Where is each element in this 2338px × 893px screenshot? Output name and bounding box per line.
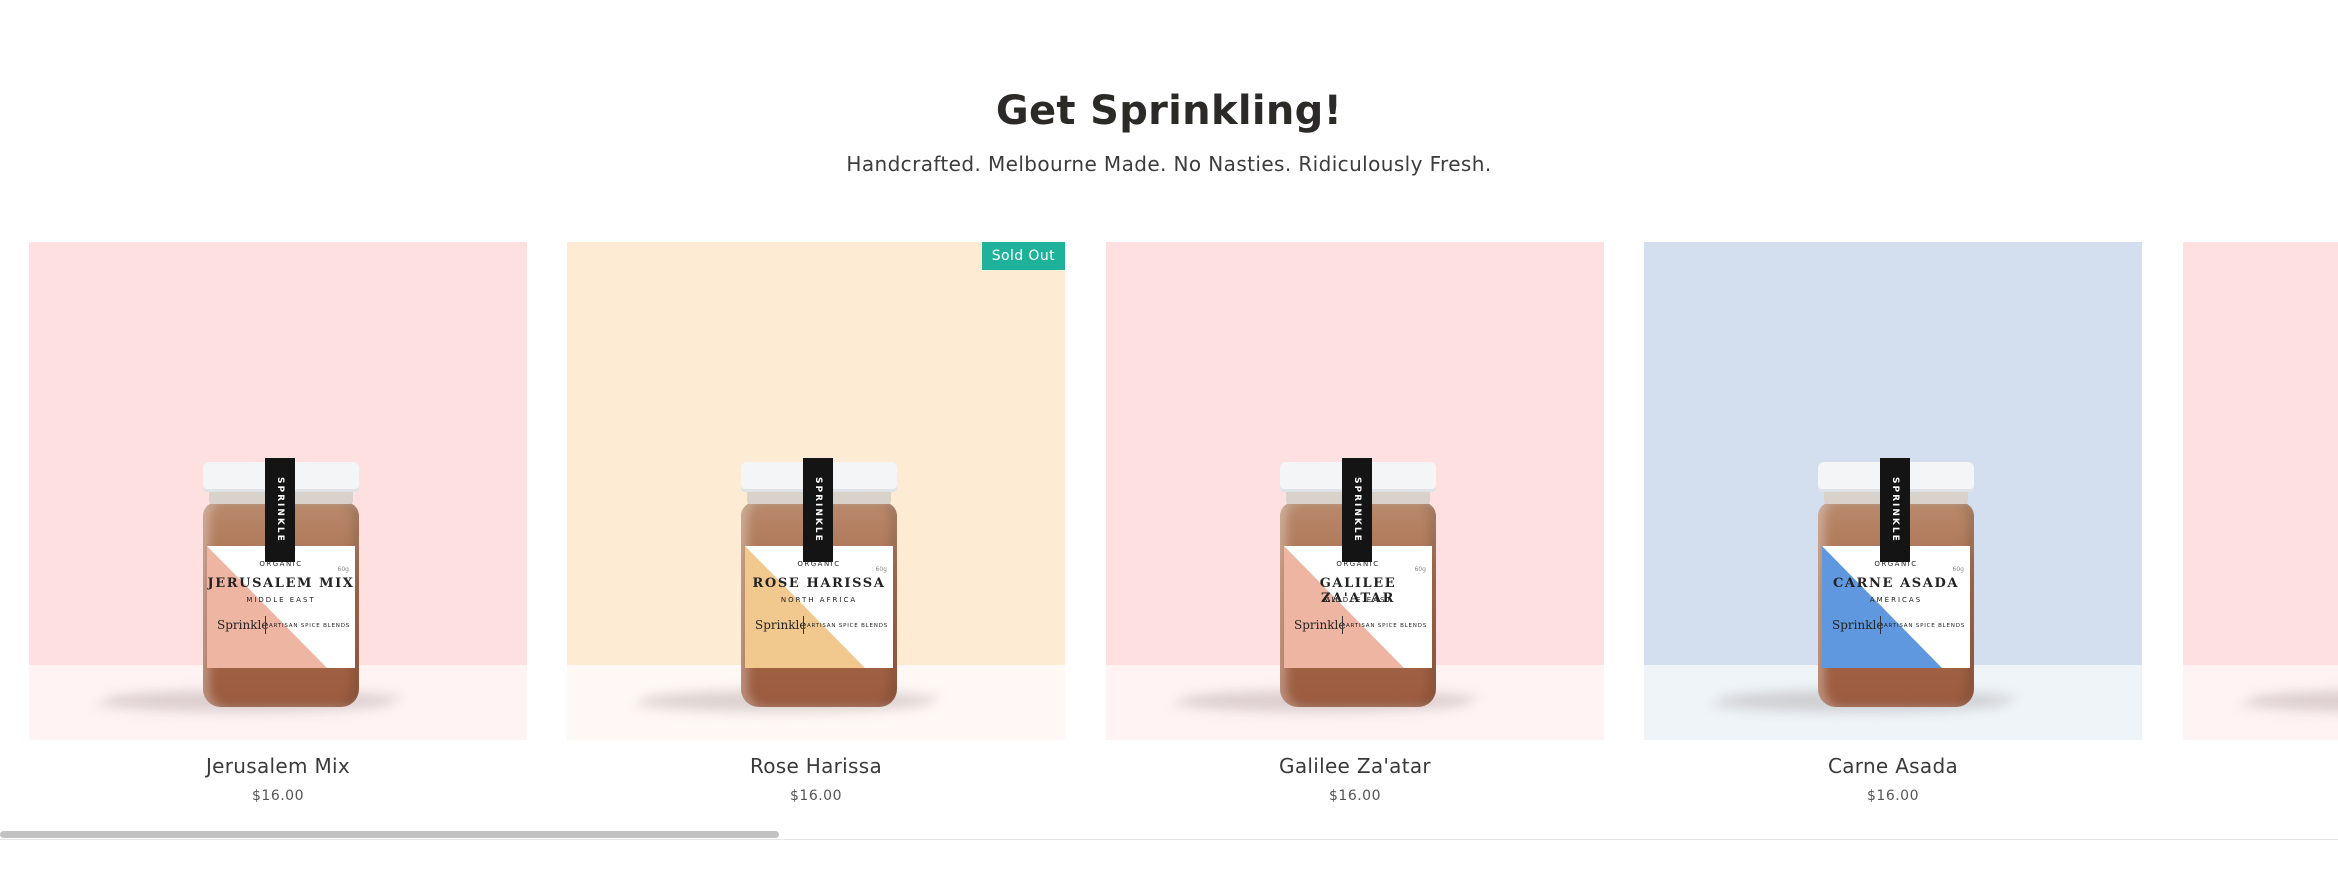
- image-backdrop: [2183, 242, 2338, 665]
- label-region: NORTH AFRICA: [780, 596, 858, 604]
- spice-jar: ORGANIC GALILEE ZA'ATAR MIDDLE EAST 60g …: [1280, 458, 1436, 707]
- jar-label: ORGANIC JERUSALEM MIX MIDDLE EAST 60g Sp…: [207, 546, 355, 668]
- section-subtitle: Handcrafted. Melbourne Made. No Nasties.…: [846, 152, 1492, 176]
- product-card[interactable]: ORGANIC CARNE ASADA AMERICAS 60g Sprinkl…: [1644, 242, 2142, 804]
- label-brand: Sprinkle: [217, 618, 269, 632]
- label-divider: [1342, 616, 1343, 634]
- label-title: ROSE HARISSA: [752, 576, 886, 591]
- product-image[interactable]: ORGANIC GALILEE ZA'ATAR MIDDLE EAST 60g …: [1106, 242, 1604, 740]
- label-title: CARNE ASADA: [1832, 576, 1960, 591]
- label-brand: Sprinkle: [1294, 618, 1346, 632]
- jar-tag: SPRINKLE: [265, 458, 295, 562]
- jar-tag-text: SPRINKLE: [275, 477, 285, 543]
- section-title: Get Sprinkling!: [995, 88, 1343, 134]
- jar-label: ORGANIC ROSE HARISSA NORTH AFRICA 60g Sp…: [745, 546, 893, 668]
- carousel-scrollbar[interactable]: [0, 828, 2338, 840]
- label-tagline: ARTISAN SPICE BLENDS: [1884, 623, 1966, 629]
- jar-tag: SPRINKLE: [1880, 458, 1910, 562]
- label-weight: 60g: [1952, 566, 1964, 573]
- product-image[interactable]: [2183, 242, 2338, 740]
- label-brand: Sprinkle: [755, 618, 807, 632]
- jar-label: ORGANIC GALILEE ZA'ATAR MIDDLE EAST 60g …: [1284, 546, 1432, 668]
- product-card[interactable]: ORGANIC GALILEE ZA'ATAR MIDDLE EAST 60g …: [1106, 242, 1604, 804]
- label-divider: [803, 616, 804, 634]
- jar-tag-text: SPRINKLE: [813, 477, 823, 543]
- product-name[interactable]: Carne Asada: [1644, 754, 2142, 778]
- spice-jar: ORGANIC CARNE ASADA AMERICAS 60g Sprinkl…: [1818, 458, 1974, 707]
- jar-label: ORGANIC CARNE ASADA AMERICAS 60g Sprinkl…: [1822, 546, 1970, 668]
- scrollbar-thumb[interactable]: [0, 831, 779, 838]
- product-price: $16.00: [252, 788, 304, 804]
- product-image[interactable]: ORGANIC JERUSALEM MIX MIDDLE EAST 60g Sp…: [29, 242, 527, 740]
- spice-jar: ORGANIC ROSE HARISSA NORTH AFRICA 60g Sp…: [741, 458, 897, 707]
- product-name[interactable]: Rose Harissa: [567, 754, 1065, 778]
- product-card-partial[interactable]: [2183, 242, 2338, 740]
- product-price: $16.00: [790, 788, 842, 804]
- product-price: $16.00: [1867, 788, 1919, 804]
- label-region: MIDDLE EAST: [1323, 596, 1393, 604]
- label-divider: [265, 616, 266, 634]
- label-tagline: ARTISAN SPICE BLENDS: [807, 623, 889, 629]
- label-title: JERUSALEM MIX: [207, 576, 355, 591]
- jar-tag: SPRINKLE: [803, 458, 833, 562]
- product-image[interactable]: ORGANIC ROSE HARISSA NORTH AFRICA 60g Sp…: [567, 242, 1065, 740]
- jar-tag-text: SPRINKLE: [1352, 477, 1362, 543]
- product-price: $16.00: [1329, 788, 1381, 804]
- label-weight: 60g: [875, 566, 887, 573]
- label-tagline: ARTISAN SPICE BLENDS: [269, 623, 351, 629]
- product-card[interactable]: ORGANIC JERUSALEM MIX MIDDLE EAST 60g Sp…: [29, 242, 527, 804]
- label-region: AMERICAS: [1869, 596, 1923, 604]
- jar-tag-text: SPRINKLE: [1890, 477, 1900, 543]
- product-name[interactable]: Galilee Za'atar: [1106, 754, 1604, 778]
- spice-jar: ORGANIC JERUSALEM MIX MIDDLE EAST 60g Sp…: [203, 458, 359, 707]
- jar-tag: SPRINKLE: [1342, 458, 1372, 562]
- product-image[interactable]: ORGANIC CARNE ASADA AMERICAS 60g Sprinkl…: [1644, 242, 2142, 740]
- label-region: MIDDLE EAST: [246, 596, 316, 604]
- product-name[interactable]: Jerusalem Mix: [29, 754, 527, 778]
- sold-out-badge: Sold Out: [981, 242, 1065, 270]
- label-weight: 60g: [1414, 566, 1426, 573]
- label-divider: [1880, 616, 1881, 634]
- label-tagline: ARTISAN SPICE BLENDS: [1346, 623, 1428, 629]
- product-card[interactable]: ORGANIC ROSE HARISSA NORTH AFRICA 60g Sp…: [567, 242, 1065, 804]
- label-brand: Sprinkle: [1832, 618, 1884, 632]
- label-weight: 60g: [337, 566, 349, 573]
